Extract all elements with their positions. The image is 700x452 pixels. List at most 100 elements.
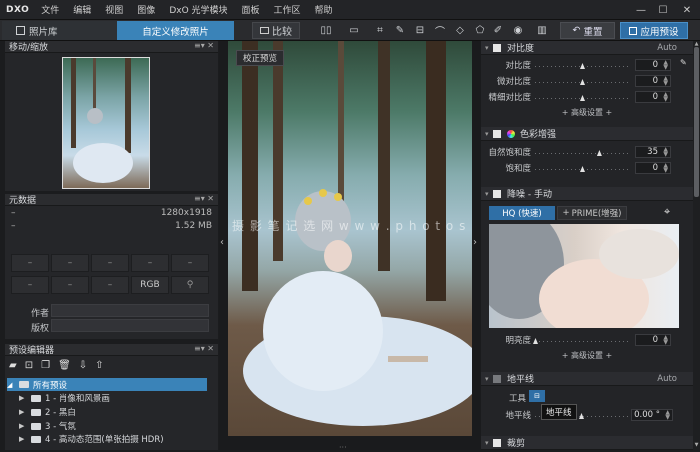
collapse-icon[interactable]: ▾ xyxy=(485,375,489,383)
contrast-advanced-toggle[interactable]: + 高级设置 + xyxy=(481,107,693,118)
new-folder-icon[interactable]: ▰ xyxy=(9,360,17,374)
menu-help[interactable]: 帮助 xyxy=(315,3,333,16)
spinner-icon[interactable]: ▲ ▼ xyxy=(663,335,668,346)
collapse-icon[interactable]: ▶ xyxy=(19,408,27,416)
maximize-icon[interactable]: ☐ xyxy=(652,0,674,20)
settings-scrollbar[interactable]: ▲ ▼ xyxy=(693,41,700,450)
crop-enable-checkbox[interactable] xyxy=(493,438,501,447)
section-contrast-header[interactable]: ▾ 对比度 Auto xyxy=(481,41,693,55)
collapse-icon[interactable]: ▶ xyxy=(19,435,27,443)
import-icon[interactable]: ⇩ xyxy=(79,360,87,374)
prime-mode-button[interactable]: + PRIME(增强) xyxy=(557,206,627,220)
collapse-left-arrow[interactable]: ‹ xyxy=(220,237,224,248)
collapse-icon[interactable]: ▾ xyxy=(485,44,489,52)
noise-enable-checkbox[interactable] xyxy=(493,189,501,198)
menu-image[interactable]: 图像 xyxy=(137,3,155,16)
color-enable-checkbox[interactable] xyxy=(493,129,501,138)
preset-item-portrait[interactable]: ▶ 1 - 肖像和风景画 xyxy=(19,392,110,404)
noise-advanced-toggle[interactable]: + 高级设置 + xyxy=(481,350,693,361)
split-view-icon[interactable]: ▯▯ xyxy=(318,22,334,39)
slider-contrast[interactable]: 对比度 0 ▲ ▼ xyxy=(481,58,693,72)
tab-customize[interactable]: 自定义修改照片 xyxy=(117,21,234,40)
correction-preview-badge[interactable]: 校正预览 xyxy=(236,50,285,66)
crosshair-icon[interactable]: ⌖ xyxy=(664,206,676,218)
reset-button[interactable]: ↶ 重置 xyxy=(560,22,615,39)
contrast-auto[interactable]: Auto xyxy=(657,43,677,53)
split-preview-icon[interactable]: ▥ xyxy=(534,22,550,39)
compare-button[interactable]: 比较 xyxy=(252,22,300,39)
contrast-enable-checkbox[interactable] xyxy=(493,43,501,52)
preset-item-atmosphere[interactable]: ▶ 3 - 气氛 xyxy=(19,420,76,432)
menu-view[interactable]: 视图 xyxy=(105,3,123,16)
slider-value-field[interactable]: 35 ▲ ▼ xyxy=(635,146,671,158)
tab-photo-library[interactable]: 照片库 xyxy=(2,21,117,40)
eye-icon[interactable]: ◉ xyxy=(510,22,526,39)
slider-luminance[interactable]: 明亮度 0 ▲ ▼ xyxy=(481,333,693,347)
section-crop-header[interactable]: ▾ 裁剪 xyxy=(481,436,693,450)
spinner-icon[interactable]: ▲ ▼ xyxy=(663,163,668,174)
noise-loupe-preview[interactable] xyxy=(489,224,679,328)
slider-value-field[interactable]: 0 ▲ ▼ xyxy=(635,334,671,346)
main-photo[interactable]: 校正预览 摄 影 笔 记 选 网 w w w . p h o t o s k s… xyxy=(228,41,472,436)
slider-value-field[interactable]: 0 ▲ ▼ xyxy=(635,75,671,87)
collapse-right-arrow[interactable]: › xyxy=(473,237,477,248)
slider-value-field[interactable]: 0 ▲ ▼ xyxy=(635,91,671,103)
collapse-icon[interactable]: ▾ xyxy=(485,130,489,138)
export-icon[interactable]: ⇧ xyxy=(95,360,103,374)
preset-item-bw[interactable]: ▶ 2 - 黑白 xyxy=(19,406,76,418)
slider-fine-contrast[interactable]: 精细对比度 0 ▲ ▼ xyxy=(481,90,693,104)
navigator-thumbnail[interactable] xyxy=(62,57,150,189)
menu-edit[interactable]: 编辑 xyxy=(73,3,91,16)
expand-icon[interactable]: ◢ xyxy=(7,381,15,389)
crop-icon[interactable]: ⌗ xyxy=(372,22,388,39)
scroll-up-icon[interactable]: ▲ xyxy=(693,41,700,47)
panel-menu-icon[interactable]: ≡▾ ✕ xyxy=(194,194,214,203)
spinner-icon[interactable]: ▲ ▼ xyxy=(665,410,670,421)
collapse-icon[interactable]: ▶ xyxy=(19,422,27,430)
slider-horizon[interactable]: 地平线 0.00 ° ▲ ▼ xyxy=(481,408,693,422)
frame-icon[interactable]: ▭ xyxy=(346,22,362,39)
preset-item-all[interactable]: ◢ 所有预设 xyxy=(7,378,207,391)
spinner-icon[interactable]: ▲ ▼ xyxy=(663,147,668,158)
slider-value-field[interactable]: 0 ▲ ▼ xyxy=(635,59,671,71)
scroll-down-icon[interactable]: ▼ xyxy=(693,442,700,448)
menu-panels[interactable]: 面板 xyxy=(242,3,260,16)
slider-value-field[interactable]: 0.00 ° ▲ ▼ xyxy=(631,409,673,421)
slider-vibrancy[interactable]: 自然饱和度 35 ▲ ▼ xyxy=(481,145,693,159)
horizon-enable-checkbox[interactable] xyxy=(493,374,501,383)
close-icon[interactable]: ✕ xyxy=(676,0,698,20)
section-noise-header[interactable]: ▾ 降噪 - 手动 xyxy=(481,187,693,201)
perspective-rect-icon[interactable]: ◇ xyxy=(452,22,468,39)
eyedropper-icon[interactable]: ✎ xyxy=(392,22,408,39)
menu-workspace[interactable]: 工作区 xyxy=(274,3,301,16)
horizon-tool-button[interactable]: ⊟ xyxy=(529,390,545,402)
image-viewer[interactable]: 校正预览 摄 影 笔 记 选 网 w w w . p h o t o s k s… xyxy=(219,41,481,452)
menu-file[interactable]: 文件 xyxy=(41,3,59,16)
section-color-header[interactable]: ▾ 色彩增强 xyxy=(481,127,693,141)
collapse-icon[interactable]: ▶ xyxy=(19,394,27,402)
slider-microcontrast[interactable]: 微对比度 0 ▲ ▼ xyxy=(481,74,693,88)
hq-mode-button[interactable]: HQ (快速) xyxy=(489,206,555,220)
horizon-auto[interactable]: Auto xyxy=(657,374,677,384)
minimize-icon[interactable]: — xyxy=(630,0,652,20)
menu-optics-modules[interactable]: DxO 光学模块 xyxy=(169,3,227,16)
spinner-icon[interactable]: ▲ ▼ xyxy=(663,92,668,103)
contrast-picker-icon[interactable]: ✎ xyxy=(680,58,690,68)
spinner-icon[interactable]: ▲ ▼ xyxy=(663,60,668,71)
perspective-icon[interactable]: ⌒ xyxy=(432,22,448,39)
panel-menu-icon[interactable]: ≡▾ ✕ xyxy=(194,41,214,50)
slider-track[interactable] xyxy=(535,341,629,342)
panel-menu-icon[interactable]: ≡▾ ✕ xyxy=(194,344,214,353)
collapse-icon[interactable]: ▾ xyxy=(485,190,489,198)
collapse-icon[interactable]: ▾ xyxy=(485,439,489,447)
preset-item-hdr[interactable]: ▶ 4 - 高动态范围(单张拍摄 HDR) xyxy=(19,434,164,444)
perspective-8pt-icon[interactable]: ⬠ xyxy=(472,22,488,39)
delete-icon[interactable]: 🗑 xyxy=(58,360,71,374)
slider-value-field[interactable]: 0 ▲ ▼ xyxy=(635,162,671,174)
author-field[interactable] xyxy=(51,304,209,317)
copyright-field[interactable] xyxy=(51,319,209,332)
duplicate-icon[interactable]: ❐ xyxy=(41,360,50,374)
new-preset-icon[interactable]: ⊡ xyxy=(25,360,33,374)
slider-saturation[interactable]: 饱和度 0 ▲ ▼ xyxy=(481,161,693,175)
scrollbar-thumb[interactable] xyxy=(694,47,699,197)
